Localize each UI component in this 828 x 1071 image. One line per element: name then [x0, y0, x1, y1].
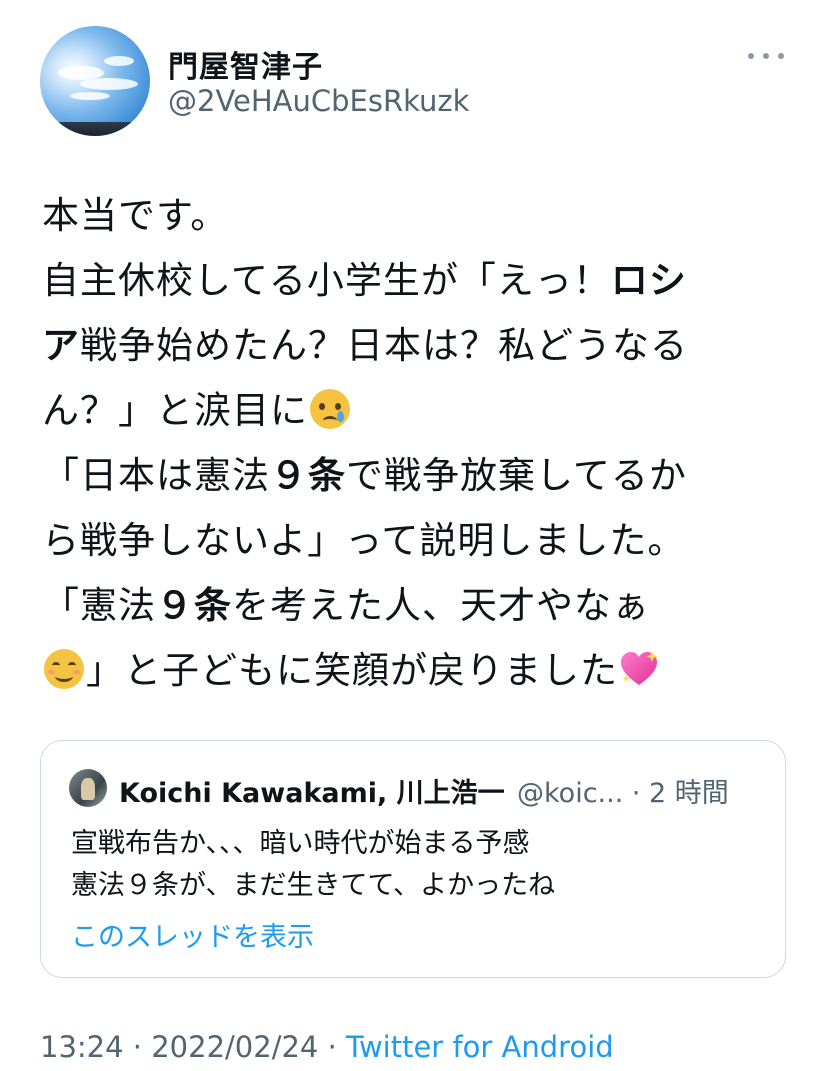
quoted-tweet-line: 憲法９条が、まだ生きてて、よかったね [71, 870, 556, 901]
tweet-text-segment: 本当です。 [42, 194, 229, 237]
quoted-author-name: Koichi Kawakami, 川上浩一 [119, 778, 505, 809]
author-name[interactable]: 門屋智津子 [168, 42, 323, 86]
tweet-text-line: 本当です。 [42, 183, 792, 248]
quoted-tweet[interactable]: Koichi Kawakami, 川上浩一 @koic... · 2 時間 宣戦… [40, 740, 786, 978]
tweet-bold-text: ロシ [610, 259, 687, 302]
sparkling-heart-emoji [618, 644, 660, 685]
author-avatar[interactable] [40, 26, 150, 136]
tweet-text-segment: 「日本は憲法 [42, 454, 270, 497]
tweet-text-segment: 戦争始めたん？日本は？私どうなる [80, 324, 688, 367]
tweet-meta: 13:24 · 2022/02/24 · Twitter for Android [40, 1030, 614, 1064]
show-thread-link[interactable]: このスレッドを表示 [71, 915, 314, 954]
tweet-text-segment: ら戦争しないよ」って説明しました。 [42, 519, 686, 562]
crying-face-emoji [310, 389, 350, 429]
tweet-header: 門屋智津子 @2VeHAuCbEsRkuzk [40, 26, 788, 136]
author-handle[interactable]: @2VeHAuCbEsRkuzk [168, 84, 469, 118]
tweet-text-segment: を考えた人、天才やなぁ [232, 584, 650, 627]
tweet-text-segment: 「憲法 [42, 584, 156, 627]
quoted-tweet-text: 宣戦布告か、、、暗い時代が始まる予感 憲法９条が、まだ生きてて、よかったね [71, 823, 555, 907]
tweet-source-link[interactable]: Twitter for Android [346, 1030, 614, 1064]
tweet-text-segment: 自主休校してる小学生が「えっ！ [42, 259, 611, 302]
quoted-author-handle: @koic... · 2 時間 [517, 778, 729, 809]
tweet-text: 本当です。 自主休校してる小学生が「えっ！ロシ ア戦争始めたん？日本は？私どうなるん… [42, 183, 792, 703]
tweet-bold-text: ９条 [270, 454, 346, 497]
tweet-bold-text: ア [42, 324, 80, 367]
tweet-text-line: 」と子どもに笑顔が戻りました [42, 638, 792, 703]
tweet-bold-text: ９条 [156, 584, 232, 627]
smiling-face-emoji [44, 649, 84, 689]
tweet-text-line: ら戦争しないよ」って説明しました。 [42, 508, 792, 573]
tweet-text-line: ア戦争始めたん？日本は？私どうなる [42, 313, 792, 378]
tweet-text-segment: 」と子どもに笑顔が戻りました [86, 649, 618, 692]
more-options-icon[interactable] [748, 48, 784, 64]
tweet-text-line: ん？」と涙目に [42, 378, 792, 443]
tweet-text-line: 自主休校してる小学生が「えっ！ロシ [42, 248, 792, 313]
tweet-text-segment: で戦争放棄してるか [346, 454, 687, 497]
tweet-timestamp[interactable]: 13:24 · 2022/02/24 · [40, 1030, 346, 1064]
quoted-tweet-line: 宣戦布告か、、、暗い時代が始まる予感 [71, 828, 530, 859]
quoted-author-avatar [69, 769, 107, 807]
tweet-text-line: 「日本は憲法９条で戦争放棄してるか [42, 443, 792, 508]
tweet-text-line: 「憲法９条を考えた人、天才やなぁ [42, 573, 792, 638]
tweet-text-segment: ん？」と涙目に [42, 389, 308, 432]
